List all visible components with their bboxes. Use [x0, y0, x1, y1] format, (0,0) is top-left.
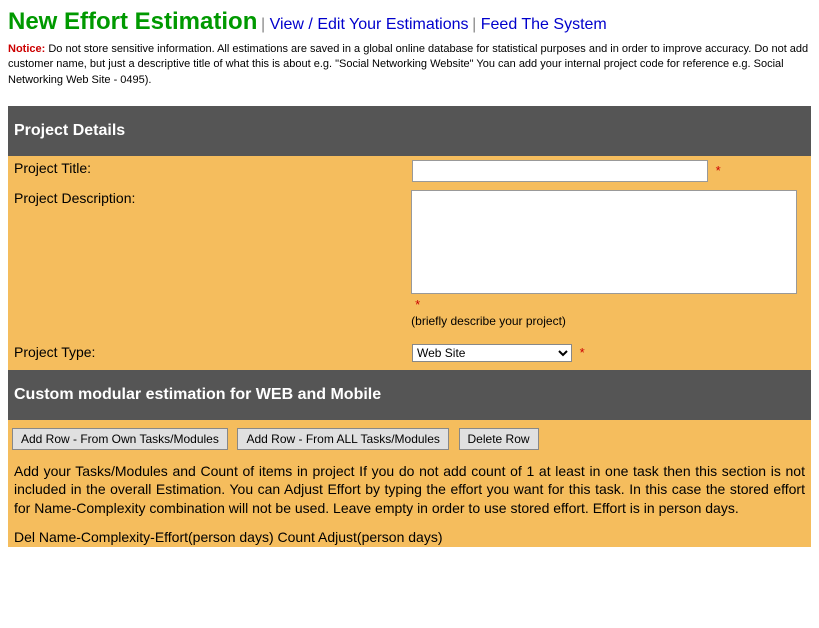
required-asterisk: * — [580, 345, 585, 360]
notice-body: Do not store sensitive information. All … — [8, 43, 808, 86]
button-row: Add Row - From Own Tasks/Modules Add Row… — [8, 420, 811, 458]
project-title-input[interactable] — [412, 160, 708, 182]
project-details-body: Project Title: * Project Description: * … — [8, 156, 811, 370]
project-type-label: Project Type: — [8, 340, 410, 364]
divider: | — [472, 16, 481, 33]
page-title: New Effort Estimation — [8, 8, 257, 35]
add-row-own-button[interactable]: Add Row - From Own Tasks/Modules — [12, 428, 228, 450]
project-type-select[interactable]: Web Site — [412, 344, 572, 362]
instructions-text: Add your Tasks/Modules and Count of item… — [8, 458, 811, 521]
required-asterisk: * — [716, 163, 721, 178]
notice-label: Notice: — [8, 43, 45, 55]
delete-row-button[interactable]: Delete Row — [459, 428, 539, 450]
page-header: New Effort Estimation | View / Edit Your… — [8, 8, 811, 36]
project-description-input[interactable] — [411, 190, 797, 294]
custom-estimation-body: Add Row - From Own Tasks/Modules Add Row… — [8, 420, 811, 547]
description-hint: (briefly describe your project) — [411, 312, 809, 328]
col-adjust: Adjust(person days) — [318, 529, 443, 545]
feed-system-link[interactable]: Feed The System — [481, 16, 607, 33]
view-edit-link[interactable]: View / Edit Your Estimations — [270, 16, 469, 33]
required-asterisk: * — [415, 297, 420, 312]
divider: | — [261, 16, 270, 33]
section-custom-estimation-header: Custom modular estimation for WEB and Mo… — [8, 370, 811, 420]
section-project-details-header: Project Details — [8, 106, 811, 156]
add-row-all-button[interactable]: Add Row - From ALL Tasks/Modules — [237, 428, 448, 450]
form-container: Project Details Project Title: * Project… — [8, 106, 811, 547]
col-name: Name-Complexity-Effort(person days) — [39, 529, 274, 545]
col-count: Count — [278, 529, 315, 545]
col-del: Del — [14, 529, 35, 545]
project-description-label: Project Description: — [8, 186, 409, 210]
column-headers: Del Name-Complexity-Effort(person days) … — [8, 521, 811, 547]
notice-text: Notice: Do not store sensitive informati… — [8, 42, 811, 88]
project-title-label: Project Title: — [8, 156, 410, 180]
